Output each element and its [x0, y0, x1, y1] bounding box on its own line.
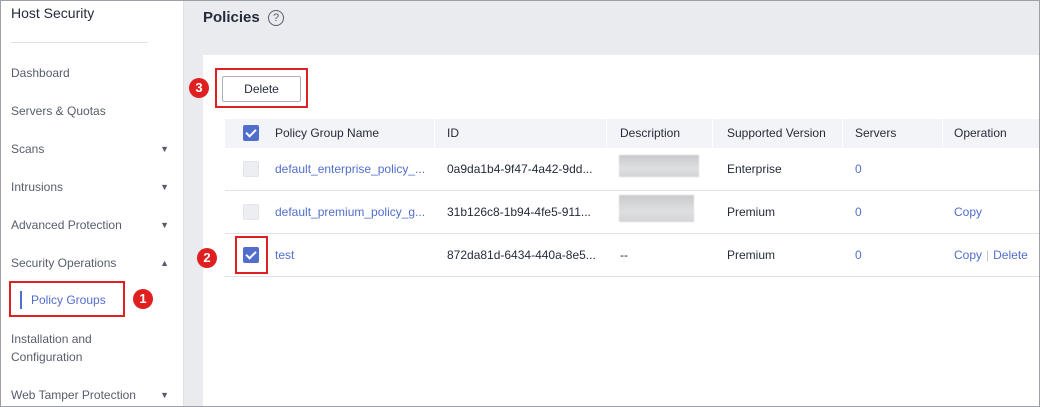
sidebar-divider [11, 42, 148, 43]
column-header-operation: Operation [954, 126, 1007, 140]
column-divider [434, 119, 435, 148]
copy-link[interactable]: Copy [954, 203, 982, 221]
sidebar-item-web-tamper-protection[interactable]: Web Tamper Protection ▼ [11, 386, 173, 404]
column-divider [942, 119, 943, 148]
chevron-down-icon: ▼ [160, 182, 169, 192]
policy-id: 872da81d-6434-440a-8e5... [447, 248, 596, 262]
redacted-description [619, 195, 694, 222]
row-checkbox-disabled [243, 204, 259, 220]
policy-id: 31b126c8-1b94-4fe5-911... [447, 205, 591, 219]
delete-link[interactable]: Delete [993, 248, 1028, 262]
sidebar-item-label: Intrusions [11, 180, 64, 194]
table-row: test 872da81d-6434-440a-8e5... -- Premiu… [225, 234, 1039, 277]
sidebar-item-intrusions[interactable]: Intrusions ▼ [11, 178, 173, 196]
help-icon[interactable]: ? [268, 10, 284, 26]
step-badge-3: 3 [189, 78, 209, 98]
column-divider [842, 119, 843, 148]
window-frame: Host Security Dashboard Servers & Quotas… [0, 0, 1040, 407]
column-header-description: Description [620, 126, 681, 140]
servers-count-link[interactable]: 0 [855, 203, 862, 221]
sidebar-item-label: Web Tamper Protection [11, 388, 136, 402]
column-header-servers: Servers [855, 126, 897, 140]
step-badge-2: 2 [197, 248, 217, 268]
sidebar-title: Host Security [11, 5, 95, 21]
policy-group-name-link[interactable]: default_premium_policy_g... [275, 203, 425, 221]
redacted-description [619, 155, 699, 177]
sidebar-item-security-operations[interactable]: Security Operations ▲ [11, 254, 173, 272]
sidebar-item-scans[interactable]: Scans ▼ [11, 140, 173, 158]
sidebar-item-advanced-protection[interactable]: Advanced Protection ▼ [11, 216, 173, 234]
policy-group-name-link[interactable]: test [275, 246, 294, 264]
column-header-policy-group-name: Policy Group Name [275, 126, 380, 140]
column-header-supported-version: Supported Version [727, 126, 826, 140]
sidebar-item-label: Advanced Protection [11, 218, 122, 232]
servers-count-link[interactable]: 0 [855, 246, 862, 264]
description: -- [620, 248, 628, 262]
sidebar-item-label: Security Operations [11, 256, 117, 270]
sidebar-item-policy-groups[interactable]: Policy Groups [20, 291, 106, 309]
table-row: default_premium_policy_g... 31b126c8-1b9… [225, 191, 1039, 234]
sidebar-item-dashboard[interactable]: Dashboard [11, 64, 173, 82]
policy-group-name-link[interactable]: default_enterprise_policy_... [275, 160, 425, 178]
sidebar-item-label: Dashboard [11, 66, 70, 80]
chevron-down-icon: ▼ [160, 144, 169, 154]
sidebar-item-servers-quotas[interactable]: Servers & Quotas [11, 102, 173, 120]
chevron-down-icon: ▼ [160, 220, 169, 230]
servers-count-link[interactable]: 0 [855, 160, 862, 178]
page-title: Policies [203, 9, 260, 26]
copy-link[interactable]: Copy [954, 248, 982, 262]
column-divider [712, 119, 713, 148]
row-checkbox-disabled [243, 161, 259, 177]
supported-version: Premium [727, 248, 776, 262]
operation-links: Copy | Delete [954, 246, 1028, 264]
table-row: default_enterprise_policy_... 0a9da1b4-9… [225, 148, 1039, 191]
row-checkbox-test[interactable] [243, 247, 259, 263]
column-header-id: ID [447, 126, 459, 140]
chevron-up-icon: ▲ [160, 258, 169, 268]
sidebar: Host Security Dashboard Servers & Quotas… [1, 1, 184, 406]
chevron-down-icon: ▼ [160, 390, 169, 400]
supported-version: Premium [727, 205, 776, 219]
sidebar-item-label: Installation and Configuration [11, 332, 92, 364]
sidebar-item-label: Scans [11, 142, 45, 156]
select-all-checkbox[interactable] [243, 125, 259, 141]
operation-separator: | [986, 248, 990, 262]
policy-id: 0a9da1b4-9f47-4a42-9dd... [447, 162, 593, 176]
sidebar-item-installation-configuration[interactable]: Installation and Configuration [11, 330, 131, 366]
sidebar-item-label: Servers & Quotas [11, 104, 106, 118]
supported-version: Enterprise [727, 162, 782, 176]
delete-button[interactable]: Delete [222, 76, 301, 102]
step-badge-1: 1 [133, 289, 153, 309]
table-header: Policy Group Name ID Description Support… [225, 119, 1039, 148]
column-divider [606, 119, 607, 148]
